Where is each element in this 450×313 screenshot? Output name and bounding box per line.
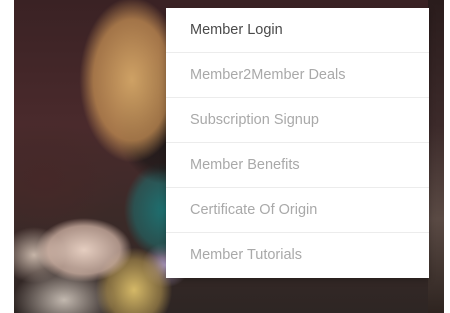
menu-item-member-tutorials[interactable]: Member Tutorials [166, 233, 429, 278]
menu-item-subscription-signup[interactable]: Subscription Signup [166, 98, 429, 143]
menu-item-certificate-of-origin[interactable]: Certificate Of Origin [166, 188, 429, 233]
members-dropdown-menu: Member Login Member2Member Deals Subscri… [166, 8, 429, 278]
menu-item-member2member-deals[interactable]: Member2Member Deals [166, 53, 429, 98]
menu-item-member-benefits[interactable]: Member Benefits [166, 143, 429, 188]
menu-item-member-login[interactable]: Member Login [166, 8, 429, 53]
background-photo-edge [428, 0, 444, 313]
